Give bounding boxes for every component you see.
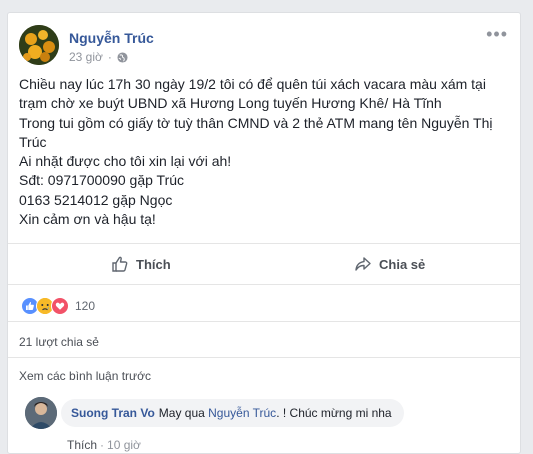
share-count-link[interactable]: 21 lượt chia sẻ: [19, 335, 99, 349]
divider: [8, 357, 520, 358]
post-line: Chiều nay lúc 17h 30 ngày 19/2 tôi có để…: [19, 76, 486, 92]
comment-tagged-user[interactable]: Nguyễn Trúc: [208, 406, 276, 420]
comment-text: May qua: [158, 406, 209, 420]
comment-actions: Thích · 10 giờ: [67, 438, 141, 452]
love-icon: [51, 297, 69, 315]
view-previous-comments-link[interactable]: Xem các bình luận trước: [19, 369, 151, 383]
share-label: Chia sẻ: [379, 256, 426, 272]
share-arrow-icon: [355, 257, 371, 271]
globe-icon[interactable]: [117, 51, 128, 63]
divider: [8, 321, 520, 322]
commenter-name[interactable]: Suong Tran Vo: [71, 406, 155, 420]
divider: [8, 243, 520, 244]
more-options-icon[interactable]: •••: [486, 25, 508, 43]
post-line: Ai nhặt được cho tôi xin lại với ah!: [19, 153, 232, 170]
reaction-summary[interactable]: 120: [21, 297, 95, 315]
author-name[interactable]: Nguyễn Trúc: [69, 30, 154, 46]
author-avatar[interactable]: [19, 25, 59, 65]
post-line: Trong tui gồm có giấy tờ tuỳ thân CMND v…: [19, 114, 493, 131]
reaction-count: 120: [75, 299, 96, 313]
post-line: trạm chờ xe buýt UBND xã Hương Long tuyế…: [19, 95, 442, 112]
post-line: Trúc: [19, 133, 47, 150]
post-line: Sđt: 0971700090 gặp Trúc: [19, 172, 185, 189]
comment-text: . ! Chúc mừng mi nha: [276, 406, 392, 420]
post-body: Chiều nay lúc 17h 30 ngày 19/2 tôi có để…: [19, 75, 499, 229]
share-button[interactable]: Chia sẻ: [354, 253, 425, 275]
like-label: Thích: [136, 256, 171, 272]
post-card: Nguyễn Trúc 23 giờ · ••• Chiều nay lúc 1…: [7, 12, 521, 454]
comment-like-button[interactable]: Thích: [67, 438, 97, 452]
commenter-avatar[interactable]: [25, 397, 57, 429]
post-time[interactable]: 23 giờ: [69, 50, 103, 64]
like-button[interactable]: Thích: [111, 253, 171, 275]
post-line: 0163 5214012 gặp Ngọc: [19, 191, 173, 208]
dot-separator: ·: [107, 50, 112, 64]
post-line: Xin cảm ơn và hậu tạ!: [19, 211, 156, 228]
post-meta: 23 giờ ·: [69, 50, 128, 64]
comment-bubble: Suong Tran Vo May qua Nguyễn Trúc. ! Chúc…: [61, 399, 404, 427]
dot-separator: ·: [100, 438, 105, 452]
divider: [8, 284, 520, 285]
thumbs-up-icon: [112, 256, 128, 272]
comment-time[interactable]: 10 giờ: [107, 438, 141, 452]
